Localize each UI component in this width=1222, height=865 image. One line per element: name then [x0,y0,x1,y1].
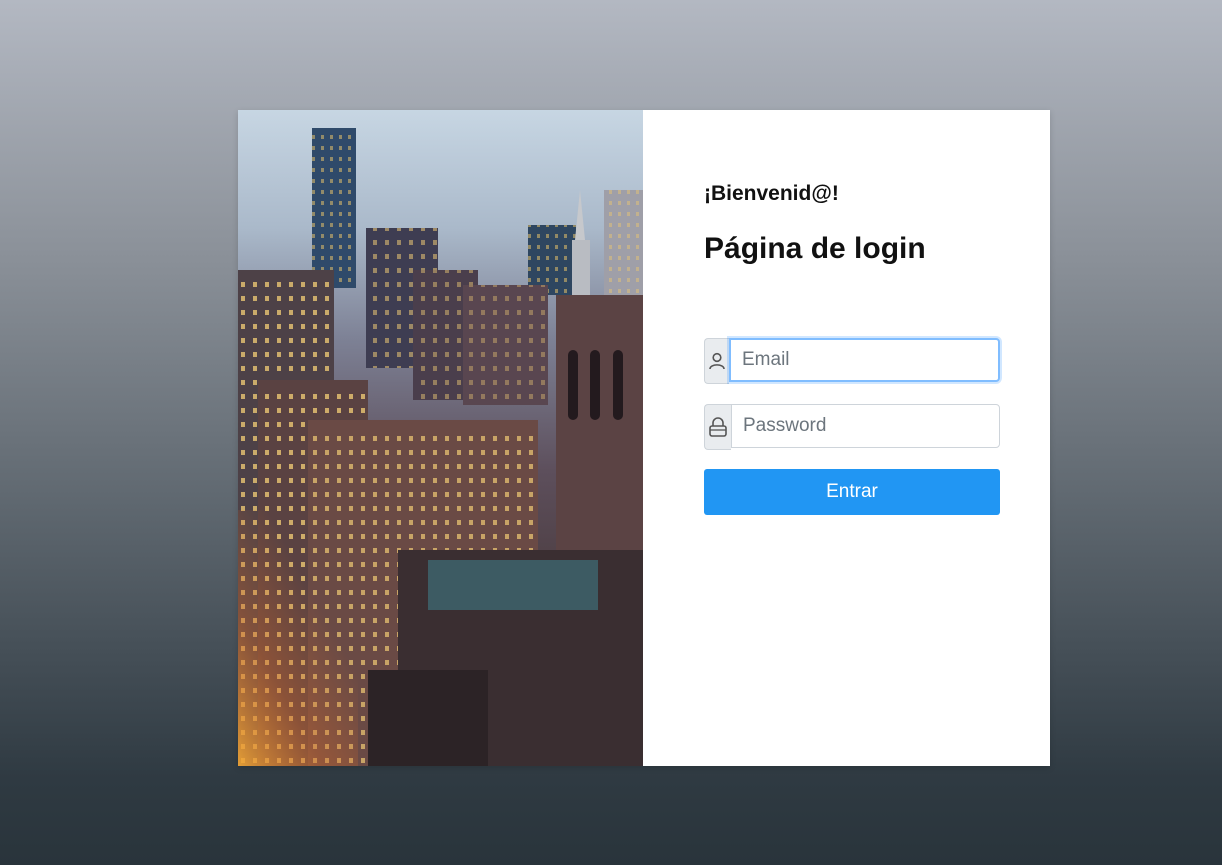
page-title: Página de login [704,232,926,265]
password-field[interactable] [731,404,1000,448]
login-panel: ¡Bienvenid@! Página de login Entrar [643,110,1050,766]
city-skyline-illustration [238,128,643,766]
lock-icon [704,404,731,450]
user-icon [704,338,729,384]
email-input-group [704,338,1000,384]
city-photo [238,110,643,766]
login-button[interactable]: Entrar [704,469,1000,515]
password-input-group [704,404,1000,450]
login-card: ¡Bienvenid@! Página de login Entrar [238,110,1050,766]
email-field[interactable] [729,338,1000,382]
welcome-heading: ¡Bienvenid@! [704,182,839,205]
